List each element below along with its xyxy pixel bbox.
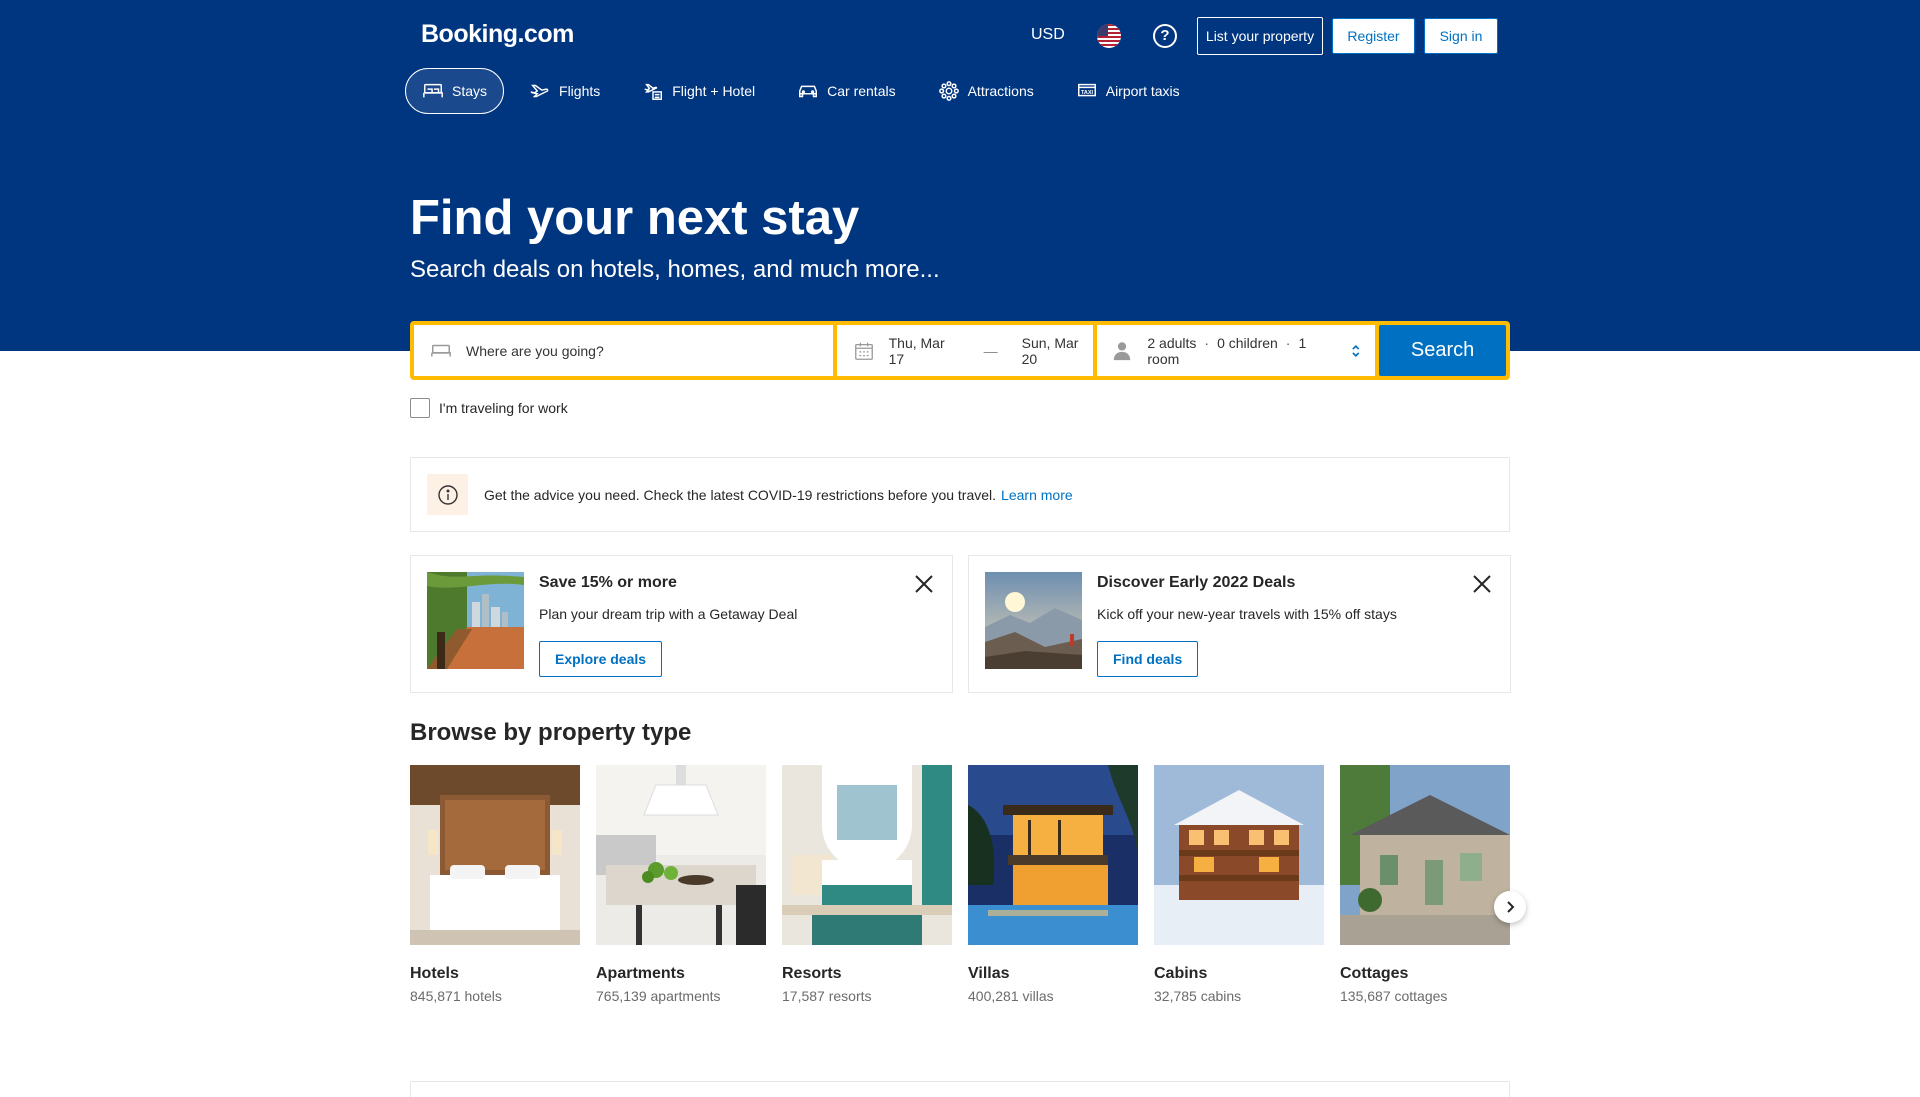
property-name: Apartments [596, 965, 685, 982]
work-travel-label[interactable]: I'm traveling for work [439, 400, 568, 416]
calendar-icon [854, 342, 873, 360]
bed-icon [423, 83, 443, 98]
promo-description: Kick off your new-year travels with 15% … [1097, 606, 1397, 622]
chevron-up-down-icon [1351, 344, 1359, 357]
find-deals-button[interactable]: Find deals [1097, 641, 1199, 677]
hero-banner [0, 0, 1920, 351]
next-section-box [410, 1081, 1510, 1097]
close-icon[interactable] [1472, 574, 1492, 594]
property-card-hotels[interactable]: Hotels 845,871 hotels [410, 765, 580, 1004]
guests-selector[interactable]: 2 adults · 0 children · 1 room [1097, 325, 1376, 376]
property-card-resorts[interactable]: Resorts 17,587 resorts [782, 765, 952, 1004]
property-name: Cabins [1154, 965, 1208, 982]
nav-label: Stays [452, 83, 488, 99]
svg-text:TAXI: TAXI [1081, 90, 1094, 96]
chevron-right-icon [1507, 901, 1515, 913]
property-count: 32,785 cabins [1154, 988, 1242, 1004]
property-card-cabins[interactable]: Cabins 32,785 cabins [1154, 765, 1324, 1004]
date-separator: — [983, 342, 998, 359]
currency-selector[interactable]: USD [1031, 26, 1065, 44]
nav-stays[interactable]: Stays [405, 68, 505, 114]
us-flag-icon[interactable] [1097, 24, 1121, 48]
covid-text: Get the advice you need. Check the lates… [484, 486, 997, 503]
nav-label: Airport taxis [1105, 83, 1180, 99]
covid-banner: Get the advice you need. Check the lates… [410, 457, 1510, 532]
work-travel-option: I'm traveling for work [410, 398, 568, 418]
nav-label: Car rentals [827, 83, 896, 99]
property-card-apartments[interactable]: Apartments 765,139 apartments [596, 765, 766, 1004]
promo-image [985, 572, 1082, 669]
nav-airport-taxis[interactable]: TAXI Airport taxis [1059, 68, 1197, 114]
close-icon[interactable] [914, 574, 934, 594]
property-count: 17,587 resorts [782, 988, 872, 1004]
browse-section-title: Browse by property type [410, 719, 692, 746]
product-nav: Stays Flights Flight + Hotel Car rentals… [405, 68, 1205, 114]
hero-subtitle: Search deals on hotels, homes, and much … [410, 256, 940, 283]
promo-title: Discover Early 2022 Deals [1097, 574, 1296, 591]
nav-attractions[interactable]: Attractions [921, 68, 1051, 114]
property-count: 135,687 cottages [1340, 988, 1448, 1004]
bed-icon [431, 344, 451, 356]
hero-title: Find your next stay [410, 191, 860, 245]
info-icon [427, 474, 468, 515]
property-card-cottages[interactable]: Cottages 135,687 cottages [1340, 765, 1510, 1004]
plane-icon [530, 84, 549, 98]
property-image [1340, 765, 1510, 945]
property-image [596, 765, 766, 945]
list-your-property-button[interactable]: List your property [1197, 17, 1323, 55]
property-count: 845,871 hotels [410, 988, 502, 1004]
property-name: Resorts [782, 965, 842, 982]
help-icon[interactable]: ? [1153, 24, 1177, 48]
destination-placeholder: Where are you going? [466, 342, 604, 359]
check-out-date: Sun, Mar 20 [1021, 334, 1079, 367]
person-icon [1114, 341, 1131, 360]
property-name: Villas [968, 965, 1010, 982]
nav-label: Attractions [967, 83, 1034, 99]
carousel-next-button[interactable] [1494, 891, 1526, 923]
property-count: 400,281 villas [968, 988, 1054, 1004]
nav-label: Flights [559, 83, 601, 99]
search-button[interactable]: Search [1379, 325, 1506, 376]
nav-flights[interactable]: Flights [512, 68, 617, 114]
promo-image [427, 572, 524, 669]
car-icon [799, 85, 818, 98]
learn-more-link[interactable]: Learn more [1001, 487, 1073, 503]
nav-flight-hotel[interactable]: Flight + Hotel [625, 68, 772, 114]
flight-hotel-icon [644, 83, 663, 100]
explore-deals-button[interactable]: Explore deals [539, 641, 663, 677]
adults-count: 2 adults [1147, 334, 1197, 351]
property-card-villas[interactable]: Villas 400,281 villas [968, 765, 1138, 1004]
taxi-icon: TAXI [1077, 83, 1096, 97]
property-count: 765,139 apartments [596, 988, 721, 1004]
nav-car-rentals[interactable]: Car rentals [780, 68, 912, 114]
property-name: Hotels [410, 965, 459, 982]
property-image [410, 765, 580, 945]
promo-card: Save 15% or more Plan your dream trip wi… [410, 555, 953, 693]
nav-label: Flight + Hotel [672, 83, 756, 99]
work-travel-checkbox[interactable] [410, 398, 430, 418]
search-bar: Where are you going? Thu, Mar 17 — Sun, … [410, 321, 1510, 380]
booking-logo[interactable]: Booking.com [421, 20, 574, 49]
property-image [968, 765, 1138, 945]
destination-input[interactable]: Where are you going? [414, 325, 833, 376]
attractions-icon [938, 81, 959, 101]
promo-card: Discover Early 2022 Deals Kick off your … [968, 555, 1511, 693]
property-image [1154, 765, 1324, 945]
check-in-date: Thu, Mar 17 [888, 334, 945, 367]
register-button[interactable]: Register [1332, 18, 1415, 54]
promo-description: Plan your dream trip with a Getaway Deal [539, 606, 798, 622]
property-type-carousel: Hotels 845,871 hotels Apartments 765,139 [410, 765, 1510, 1005]
children-count: 0 children [1217, 334, 1278, 351]
property-name: Cottages [1340, 965, 1409, 982]
promo-title: Save 15% or more [539, 574, 677, 591]
date-picker[interactable]: Thu, Mar 17 — Sun, Mar 20 [836, 325, 1094, 376]
sign-in-button[interactable]: Sign in [1424, 18, 1498, 54]
property-image [782, 765, 952, 945]
